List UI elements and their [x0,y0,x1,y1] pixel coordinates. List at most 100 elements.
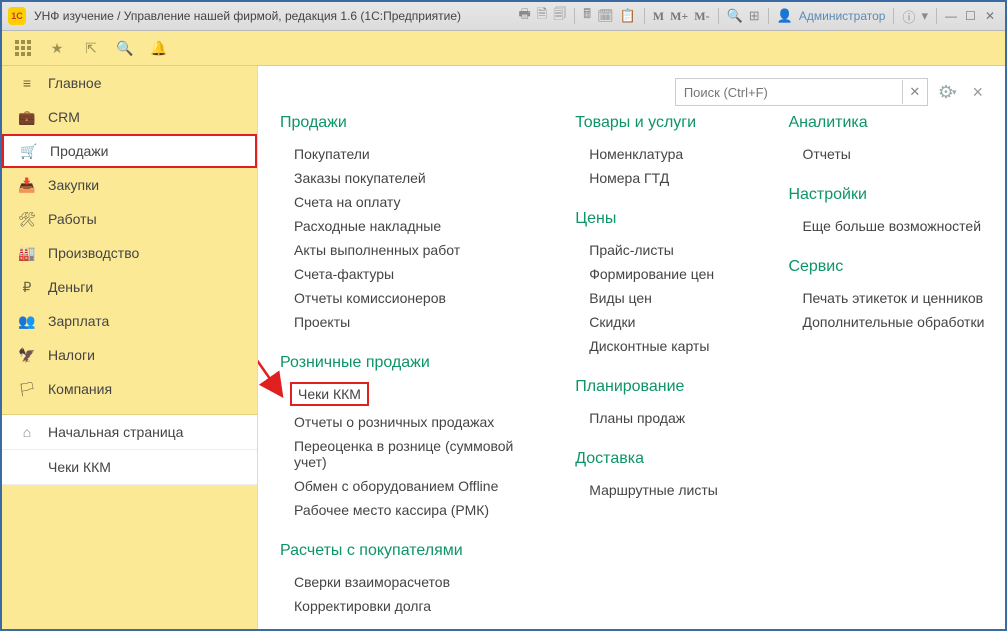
star-icon[interactable]: ★ [46,37,68,59]
link-waybills[interactable]: Расходные накладные [280,214,535,238]
sidebar-item-label: Деньги [48,279,93,295]
zoom-box-icon[interactable]: ⊞ [749,8,760,24]
clipboard-icon[interactable]: 📋 [620,8,636,24]
link-gtd[interactable]: Номера ГТД [575,166,748,190]
group-title[interactable]: Планирование [575,378,748,396]
people-icon: 👥 [16,313,38,330]
link-pricetypes[interactable]: Виды цен [575,286,748,310]
link-debt[interactable]: Корректировки долга [280,594,535,618]
gear-icon[interactable]: ⚙▾ [938,82,957,103]
link-processing[interactable]: Дополнительные обработки [788,310,989,334]
group-title[interactable]: Сервис [788,258,989,276]
panel-close-icon[interactable]: × [972,82,983,103]
help-icon[interactable]: ⓘ [902,7,915,26]
bell-icon[interactable]: 🔔 [148,37,170,59]
close-icon[interactable]: ✕ [985,9,999,23]
flag-icon: 🏳 [16,381,38,398]
pin-icon[interactable]: ⇱ [80,37,102,59]
sidebar-item-label: Начальная страница [48,424,183,440]
search-icon[interactable]: 🔍 [114,37,136,59]
link-checks-kkm[interactable]: Чеки ККМ [290,382,369,406]
sidebar-item-main[interactable]: ≡Главное [2,66,257,100]
link-invoices[interactable]: Счета на оплату [280,190,535,214]
group-title[interactable]: Расчеты с покупателями [280,542,535,560]
group-title[interactable]: Доставка [575,450,748,468]
m-minus-icon[interactable]: M- [694,9,709,24]
link-discounts[interactable]: Скидки [575,310,748,334]
search-input[interactable] [676,81,902,103]
sidebar-item-company[interactable]: 🏳 Компания [2,372,257,406]
sidebar-item-kkm[interactable]: Чеки ККМ [2,450,257,485]
ruble-icon: ₽ [16,279,38,296]
sidebar-item-label: Работы [48,211,97,227]
link-offline[interactable]: Обмен с оборудованием Offline [280,474,535,498]
doc-icon[interactable]: 🗐 [553,5,566,27]
eagle-icon: 🦅 [16,347,38,364]
link-labels[interactable]: Печать этикеток и ценников [788,286,989,310]
link-routes[interactable]: Маршрутные листы [575,478,748,502]
sidebar-item-label: Производство [48,245,139,261]
maximize-icon[interactable]: ☐ [965,9,979,23]
link-orders[interactable]: Заказы покупателей [280,166,535,190]
apps-icon[interactable] [12,37,34,59]
link-retail-reports[interactable]: Отчеты о розничных продажах [280,410,535,434]
user-icon: 👤 [777,8,793,24]
group-title[interactable]: Аналитика [788,114,989,132]
sidebar-item-works[interactable]: 🛠Работы [2,202,257,236]
link-more[interactable]: Еще больше возможностей [788,214,989,238]
m-plus-icon[interactable]: M+ [670,9,688,24]
group-sales: Продажи Покупатели Заказы покупателей Сч… [280,114,535,334]
zoom-in-icon[interactable]: 🔍 [727,8,743,24]
link-reports[interactable]: Отчеты [788,142,989,166]
group-title[interactable]: Цены [575,210,748,228]
sidebar-item-money[interactable]: ₽ Деньги [2,270,257,304]
group-analytics: Аналитика Отчеты [788,114,989,166]
logo-icon: 1C [8,7,26,25]
user-name[interactable]: Администратор [799,9,886,23]
group-title[interactable]: Настройки [788,186,989,204]
sidebar-item-purchases[interactable]: 📥Закупки [2,168,257,202]
group-service: Сервис Печать этикеток и ценников Дополн… [788,258,989,334]
sidebar-item-crm[interactable]: 💼CRM [2,100,257,134]
link-cards[interactable]: Дисконтные карты [575,334,748,358]
print-icon[interactable]: 🖶 [519,5,531,27]
sidebar-item-label: Главное [48,75,102,91]
dropdown-icon[interactable]: ▾ [921,8,928,24]
sidebar-item-label: Компания [48,381,112,397]
sidebar-item-taxes[interactable]: 🦅Налоги [2,338,257,372]
link-pricing[interactable]: Формирование цен [575,262,748,286]
sidebar-item-label: Чеки ККМ [48,459,111,475]
clear-icon[interactable]: ✕ [902,80,927,104]
sidebar-item-label: Зарплата [48,313,109,329]
group-prices: Цены Прайс-листы Формирование цен Виды ц… [575,210,748,358]
link-revaluation[interactable]: Переоценка в рознице (суммовой учет) [280,434,535,474]
minimize-icon[interactable]: — [945,9,959,23]
link-pricelists[interactable]: Прайс-листы [575,238,748,262]
link-commission[interactable]: Отчеты комиссионеров [280,286,535,310]
link-rmk[interactable]: Рабочее место кассира (РМК) [280,498,535,522]
sidebar-item-label: CRM [48,109,80,125]
link-nomenclature[interactable]: Номенклатура [575,142,748,166]
calendar-icon[interactable]: 🗓 [597,8,614,24]
sidebar-item-home[interactable]: ⌂Начальная страница [2,415,257,450]
content-controls: ✕ ⚙▾ × [675,78,983,106]
sidebar-item-label: Закупки [48,177,99,193]
toolbar: ★ ⇱ 🔍 🔔 [2,31,1005,66]
m-icon[interactable]: M [653,9,664,24]
group-title[interactable]: Продажи [280,114,535,132]
link-reconciliation[interactable]: Сверки взаиморасчетов [280,570,535,594]
group-title[interactable]: Товары и услуги [575,114,748,132]
link-factures[interactable]: Счета-фактуры [280,262,535,286]
link-plans[interactable]: Планы продаж [575,406,748,430]
link-acts[interactable]: Акты выполненных работ [280,238,535,262]
page-icon[interactable]: 🗎 [537,5,547,27]
sidebar-item-salary[interactable]: 👥 Зарплата [2,304,257,338]
link-projects[interactable]: Проекты [280,310,535,334]
link-buyers[interactable]: Покупатели [280,142,535,166]
group-settlements: Расчеты с покупателями Сверки взаиморасч… [280,542,535,618]
calc-icon[interactable]: 🖩 [583,5,591,27]
sidebar-item-production[interactable]: 🏭Производство [2,236,257,270]
col-2: Товары и услуги Номенклатура Номера ГТД … [575,114,748,629]
sidebar-item-sales[interactable]: 🛒Продажи [2,134,257,168]
group-title[interactable]: Розничные продажи [280,354,535,372]
